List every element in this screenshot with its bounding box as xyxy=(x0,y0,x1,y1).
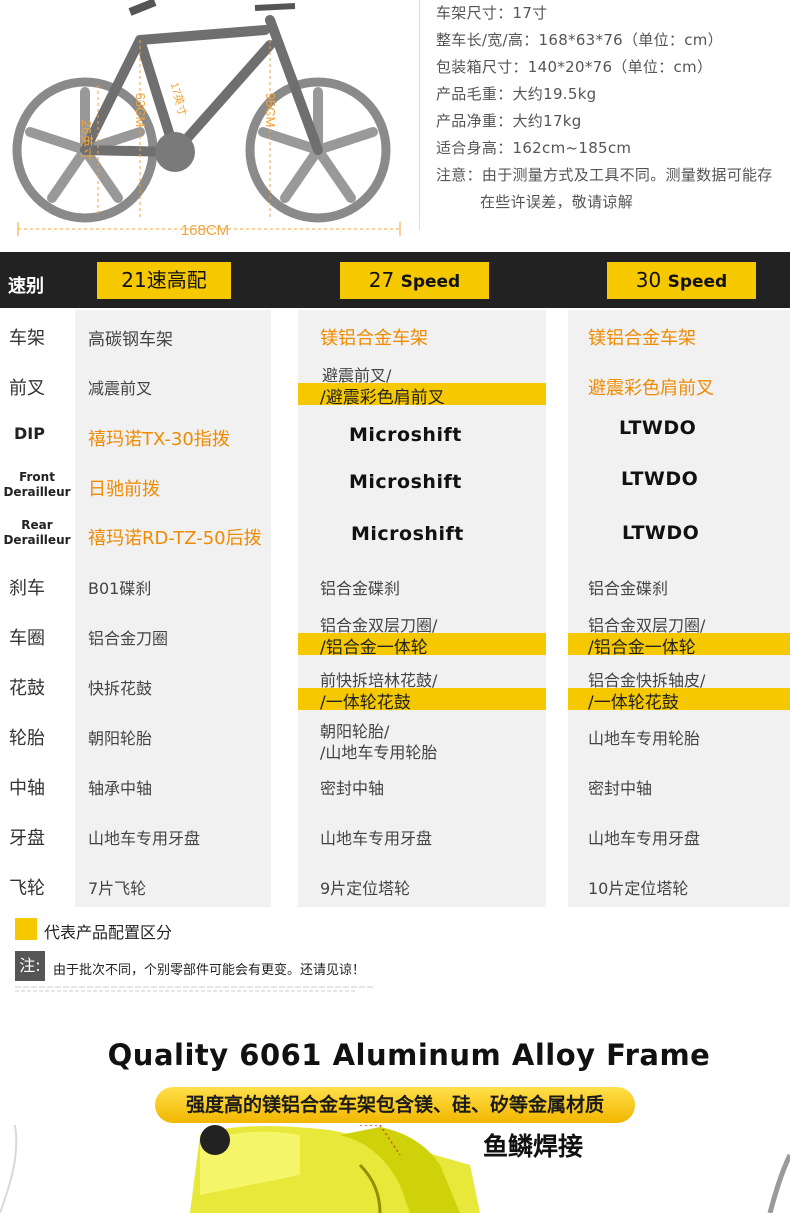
spec-rider-height: 适合身高：162cm~185cm xyxy=(436,139,632,157)
c3-frame: 镁铝合金车架 xyxy=(588,328,696,349)
spec-frame-size: 车架尺寸：17寸 xyxy=(436,4,548,22)
c1-frame: 高碳钢车架 xyxy=(88,330,173,350)
row-label-brake: 刹车 xyxy=(9,578,45,599)
spec-net-weight: 产品净重：大约17kg xyxy=(436,112,582,130)
header-30-word: Speed xyxy=(667,272,728,292)
c2-rear-derailleur: Microshift xyxy=(351,523,464,545)
dim-height-label: 95CM xyxy=(263,93,278,128)
row-label-frame: 车架 xyxy=(9,328,45,349)
row-label-bottom-bracket: 中轴 xyxy=(9,778,45,799)
c2-bottom-bracket: 密封中轴 xyxy=(320,779,385,798)
c2-hub-line2: /一体轮花鼓 xyxy=(320,693,411,713)
row-label-tire: 轮胎 xyxy=(9,728,45,749)
material-pill: 强度高的镁铝合金车架包含镁、硅、矽等金属材质 xyxy=(155,1087,635,1123)
bike-dimension-diagram: 168CM 26英寸 63CM 17英寸 95CM xyxy=(0,0,420,245)
row-label-fork: 前叉 xyxy=(9,378,45,399)
header-col-30speed: 30 Speed xyxy=(607,262,756,299)
c3-crankset: 山地车专用牙盘 xyxy=(588,829,701,848)
c3-tire: 山地车专用轮胎 xyxy=(588,729,701,748)
c3-rear-derailleur: LTWDO xyxy=(622,522,700,544)
bike-drawing: 168CM 26英寸 63CM 17英寸 95CM xyxy=(12,0,401,239)
c2-rim-line2: /铝合金一体轮 xyxy=(320,638,428,658)
c1-hub: 快拆花鼓 xyxy=(88,679,153,698)
c1-freewheel: 7片飞轮 xyxy=(88,879,147,898)
c3-dip: LTWDO xyxy=(619,417,697,439)
c1-rim: 铝合金刀圈 xyxy=(88,629,169,648)
header-col-21speed: 21速高配 xyxy=(97,262,231,299)
divider xyxy=(419,0,420,230)
c3-brake: 铝合金碟刹 xyxy=(588,579,669,598)
row-label-crankset: 牙盘 xyxy=(9,828,45,849)
c1-dip: 禧玛诺TX-30指拨 xyxy=(88,429,230,450)
row-label-rim: 车圈 xyxy=(9,628,45,649)
header-col-27speed: 27 Speed xyxy=(340,262,489,299)
c3-bottom-bracket: 密封中轴 xyxy=(588,779,653,798)
c2-brake: 铝合金碟刹 xyxy=(320,579,401,598)
spec-note: 注意：由于测量方式及工具不同。测量数据可能存 xyxy=(436,166,773,184)
c1-bottom-bracket: 轴承中轴 xyxy=(88,779,153,798)
header-30-num: 30 xyxy=(635,268,662,292)
fine-print-lines xyxy=(15,986,375,992)
row-label-hub: 花鼓 xyxy=(9,678,45,699)
c3-fork: 避震彩色肩前叉 xyxy=(588,378,714,399)
c2-front-derailleur: Microshift xyxy=(349,471,462,493)
frame-photo-drawing xyxy=(0,1125,790,1213)
c1-rear-derailleur: 禧玛诺RD-TZ-50后拨 xyxy=(88,528,262,549)
dim-length-label: 168CM xyxy=(181,222,229,239)
dim-frame-label: 17英寸 xyxy=(168,81,190,118)
spec-gross-weight: 产品毛重：大约19.5kg xyxy=(436,85,597,103)
row-label-front-derailleur: Front Derailleur xyxy=(3,470,71,499)
c2-tire-line2: /山地车专用轮胎 xyxy=(320,743,438,762)
legend-text: 代表产品配置区分 xyxy=(44,923,173,942)
c1-front-derailleur: 日驰前拨 xyxy=(88,479,160,500)
c2-dip: Microshift xyxy=(349,424,462,446)
row-label-freewheel: 飞轮 xyxy=(9,878,45,899)
quality-title: Quality 6061 Aluminum Alloy Frame xyxy=(107,1038,711,1072)
spec-note-cont: 在些许误差，敬请谅解 xyxy=(480,193,634,211)
dim-wheel-label: 26英寸 xyxy=(79,120,94,160)
c1-crankset: 山地车专用牙盘 xyxy=(88,829,201,848)
dim-seat-label: 63CM xyxy=(133,93,148,128)
c2-frame: 镁铝合金车架 xyxy=(320,328,428,349)
row-label-rear-derailleur: Rear Derailleur xyxy=(3,518,71,547)
spec-dimensions: 整车长/宽/高：168*63*76（单位：cm） xyxy=(436,31,723,49)
c1-brake: B01碟刹 xyxy=(88,579,152,598)
frame-weld-photo: 鱼鳞焊接 xyxy=(0,1125,790,1213)
c2-freewheel: 9片定位塔轮 xyxy=(320,879,411,898)
legend-swatch xyxy=(15,918,37,940)
column-21speed xyxy=(75,310,271,907)
c1-fork: 减震前叉 xyxy=(88,379,153,398)
note-text: 由于批次不同，个别零部件可能会有更变。还请见谅！ xyxy=(53,963,366,978)
c3-hub-line2: /一体轮花鼓 xyxy=(588,693,679,713)
header-27-word: Speed xyxy=(400,272,461,292)
c3-freewheel: 10片定位塔轮 xyxy=(588,879,689,898)
weld-label: 鱼鳞焊接 xyxy=(483,1132,584,1161)
header-27-num: 27 xyxy=(368,268,395,292)
c1-tire: 朝阳轮胎 xyxy=(88,729,153,748)
c2-fork-line2: /避震彩色肩前叉 xyxy=(320,388,445,408)
header-speed-label: 速别 xyxy=(8,276,44,297)
row-label-dip: DIP xyxy=(14,424,45,443)
spec-box-size: 包装箱尺寸：140*20*76（单位：cm） xyxy=(436,58,713,76)
c3-rim-line2: /铝合金一体轮 xyxy=(588,638,696,658)
note-tag: 注: xyxy=(15,951,45,981)
c2-crankset: 山地车专用牙盘 xyxy=(320,829,433,848)
c3-front-derailleur: LTWDO xyxy=(621,468,699,490)
